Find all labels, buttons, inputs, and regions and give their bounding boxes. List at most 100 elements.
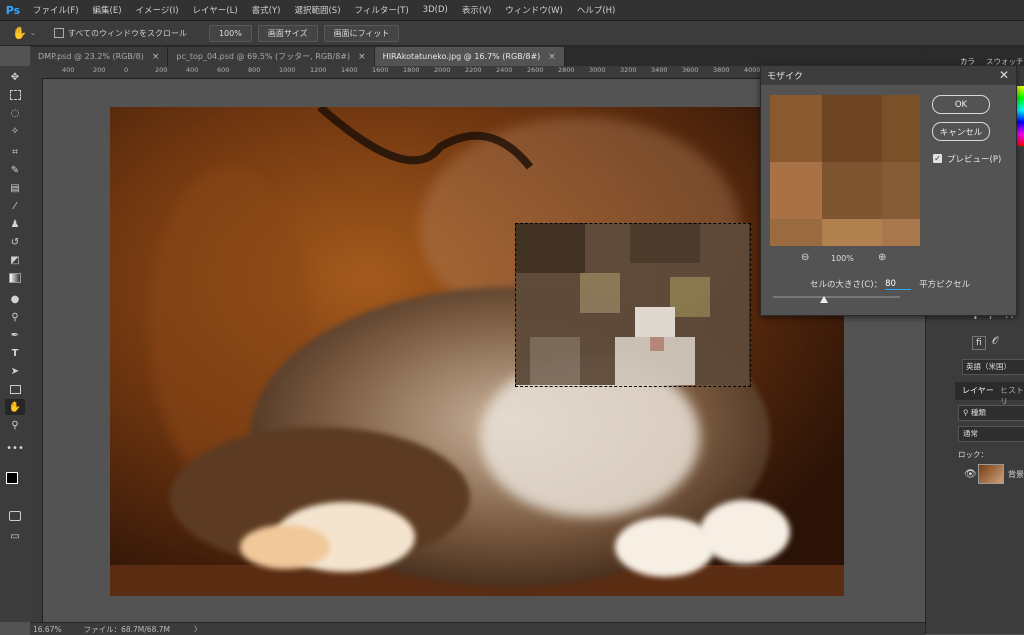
ruler-tick-label: 400 [186,66,199,74]
move-tool-icon[interactable]: ✥ [5,69,25,85]
zoom-tool-icon[interactable]: ⚲ [5,417,25,433]
screen-mode-icon[interactable]: ▭ [5,528,25,544]
status-menu-arrow-icon[interactable]: 〉 [194,624,202,635]
lasso-tool-icon[interactable]: ◌ [5,105,25,121]
preview-checkbox[interactable]: ✓ [933,154,942,163]
ornament-icon[interactable]: 𝒪 [992,336,998,347]
scroll-all-windows-label: すべてのウィンドウをスクロール [67,28,187,38]
ruler-tick-label: 0 [124,66,129,74]
close-icon[interactable]: × [358,52,366,62]
menu-view[interactable]: 表示(V) [455,4,498,16]
ruler-tick-label: 4000 [744,66,761,74]
menu-file[interactable]: ファイル(F) [26,4,86,16]
history-brush-tool-icon[interactable]: ↺ [5,234,25,250]
healing-brush-tool-icon[interactable]: ▤ [5,180,25,196]
search-icon: ⚲ [963,408,971,417]
tab-hirakotatuneko[interactable]: HIRAkotatuneko.jpg @ 16.7% (RGB/8#) × [374,47,565,66]
menu-window[interactable]: ウィンドウ(W) [498,4,570,16]
tab-pc-top[interactable]: pc_top_04.psd @ 69.5% (フッター, RGB/8#) × [168,47,375,66]
hand-tool-icon[interactable]: ✋ [12,26,27,40]
layer-filter-search[interactable]: ⚲ 種類 [958,405,1024,421]
status-bar: 16.67% ファイル：68.7M/68.7M 〉 [30,622,925,635]
tab-history[interactable]: ヒストリ [1000,385,1024,407]
cell-size-unit: 平方ピクセル [919,280,971,290]
filter-preview[interactable] [770,95,920,246]
ruler-tick-label: 800 [248,66,261,74]
preview-mosaic-cell [770,219,822,246]
zoom-level[interactable]: 16.67% [33,625,62,634]
photoshop-logo: Ps [5,3,21,17]
cell-size-slider-track[interactable] [773,296,900,298]
cancel-button[interactable]: キャンセル [932,122,990,141]
zoom-100-button[interactable]: 100% [208,24,252,42]
menu-3d[interactable]: 3D(D) [416,5,455,15]
path-selection-tool-icon[interactable]: ➤ [5,363,25,379]
ruler-tick-label: 200 [93,66,106,74]
dialog-title-bar[interactable]: モザイク ✕ [761,66,1016,85]
dialog-title: モザイク [767,72,803,82]
foreground-background-color-icon[interactable] [5,470,25,489]
scroll-all-windows-checkbox[interactable] [53,28,64,38]
more-tools-icon[interactable]: ••• [5,440,25,456]
blur-tool-icon[interactable]: ● [5,291,25,307]
preview-mosaic-cell [770,95,822,162]
marquee-tool-icon[interactable] [5,87,25,103]
crop-tool-icon[interactable]: ⌗ [5,144,25,160]
type-tool-icon[interactable]: T [5,345,25,361]
menu-help[interactable]: ヘルプ(H) [570,4,623,16]
preview-mosaic-cell [822,219,882,246]
hand-tool-button-icon[interactable]: ✋ [5,399,25,415]
close-icon[interactable]: × [152,52,160,62]
tool-preset-chevron-icon[interactable]: ⌄ [30,29,36,37]
preview-mosaic-cell [882,95,920,162]
close-icon[interactable]: ✕ [999,68,1009,82]
mosaic-selection-marquee[interactable] [515,223,751,387]
ruler-tick-label: 3600 [682,66,699,74]
preview-label: プレビュー(P) [947,155,1002,165]
preview-zoom-level: 100% [831,254,854,263]
menu-select[interactable]: 選択範囲(S) [287,4,347,16]
eyedropper-tool-icon[interactable]: ✎ [5,162,25,178]
close-icon[interactable]: × [548,52,556,62]
ruler-tick-label: 2800 [558,66,575,74]
ligature-icon[interactable]: fi [972,336,986,350]
blend-mode-select[interactable]: 通常 [958,426,1024,442]
eraser-tool-icon[interactable]: ◩ [5,252,25,268]
lock-label: ロック： [958,450,988,459]
menu-layer[interactable]: レイヤー(L) [186,4,245,16]
layer-name[interactable]: 背景 [1008,469,1024,480]
stamp-tool-icon[interactable]: ♟ [5,216,25,232]
cell-size-input[interactable]: 80 [885,279,912,290]
vertical-ruler[interactable] [30,78,43,622]
fit-screen-button[interactable]: 画面にフィット [323,24,400,42]
layer-thumbnail[interactable] [978,464,1004,484]
cell-size-slider-thumb[interactable] [820,296,828,303]
zoom-in-icon[interactable]: ⊕ [878,252,886,263]
cell-size-row: セルの大きさ(C)： 80 平方ピクセル [810,278,971,291]
pen-tool-icon[interactable]: ✒ [5,327,25,343]
file-size: ファイル：68.7M/68.7M [83,624,170,634]
preview-mosaic-cell [882,219,920,246]
ruler-tick-label: 1800 [403,66,420,74]
ok-button[interactable]: OK [932,95,990,114]
shape-tool-icon[interactable] [5,381,25,397]
ruler-tick-label: 2200 [465,66,482,74]
brush-tool-icon[interactable]: ⁄ [5,198,25,214]
menu-edit[interactable]: 編集(E) [86,4,129,16]
menu-type[interactable]: 書式(Y) [245,4,288,16]
magic-wand-tool-icon[interactable]: ✧ [5,123,25,139]
ruler-corner[interactable] [30,66,42,78]
menu-image[interactable]: イメージ(I) [129,4,186,16]
dodge-tool-icon[interactable]: ⚲ [5,309,25,325]
language-select[interactable]: 英語（米国） [962,359,1024,375]
menu-filter[interactable]: フィルター(T) [348,4,416,16]
tab-layers[interactable]: レイヤー [962,385,994,396]
gradient-tool-icon[interactable] [5,270,25,286]
zoom-out-icon[interactable]: ⊖ [801,252,809,263]
tab-dmp[interactable]: DMP.psd @ 23.2% (RGB/8) × [30,47,169,66]
cell-size-label: セルの大きさ(C)： [810,280,883,290]
screen-size-button[interactable]: 画面サイズ [257,24,318,42]
quick-mask-icon[interactable] [5,508,25,524]
layer-visibility-eye-icon[interactable]: 👁 [964,469,977,480]
ruler-tick-label: 1400 [341,66,358,74]
